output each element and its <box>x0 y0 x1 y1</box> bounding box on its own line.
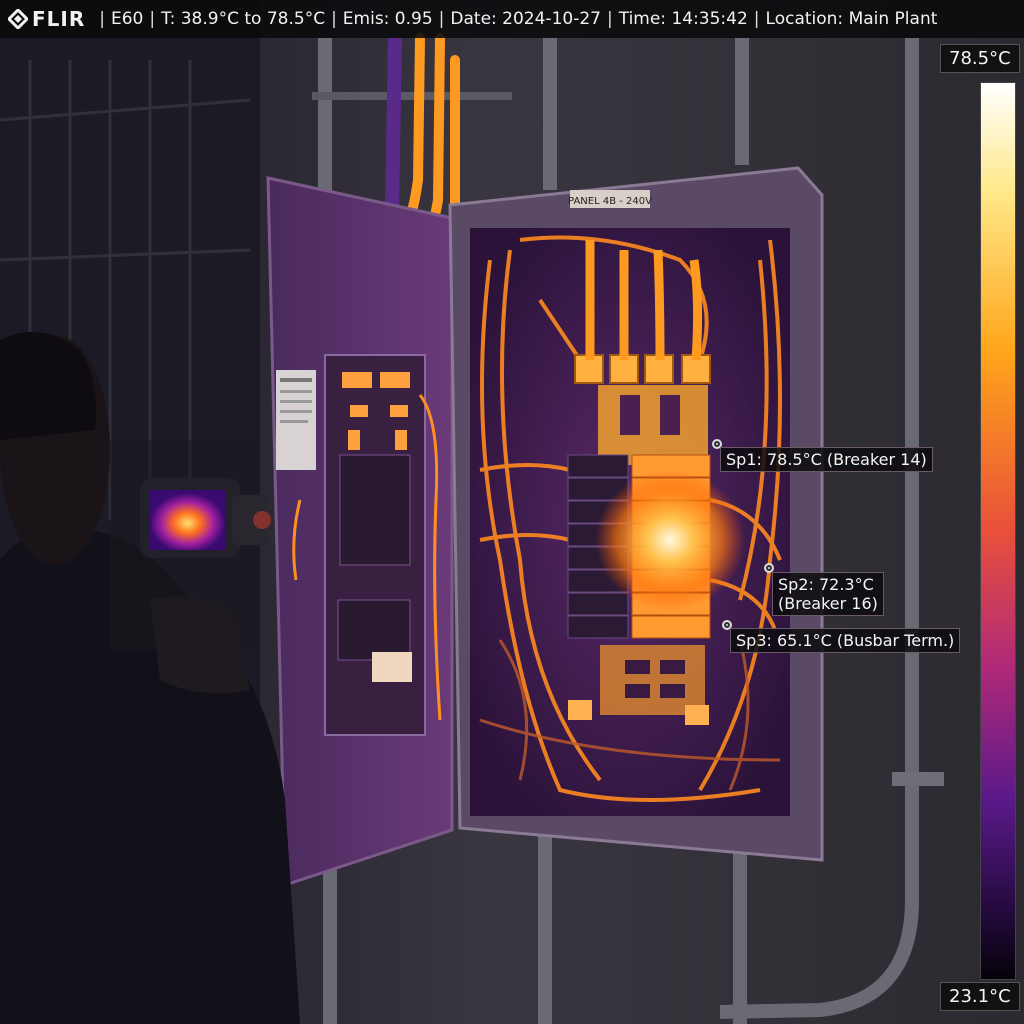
capture-location: Location: Main Plant <box>765 9 938 29</box>
capture-date: Date: 2024-10-27 <box>450 9 601 29</box>
spot-sp2-line1: Sp2: 72.3°C <box>778 575 874 594</box>
flir-logo-icon <box>8 9 28 29</box>
panel-label: PANEL 4B - 240V <box>568 196 652 207</box>
scale-min-label: 23.1°C <box>940 982 1020 1011</box>
spot-sp2-label: Sp2: 72.3°C (Breaker 16) <box>772 572 884 616</box>
thermal-image-view: PANEL 4B - 240V FLIR | E60 | T: 38.9°C t… <box>0 0 1024 1024</box>
emissivity: Emis: 0.95 <box>342 9 433 29</box>
spot-sp1-label: Sp1: 78.5°C (Breaker 14) <box>720 447 933 472</box>
temperature-color-scale <box>980 82 1016 980</box>
camera-screen <box>150 490 225 550</box>
spot-sp3-label: Sp3: 65.1°C (Busbar Term.) <box>730 628 961 653</box>
capture-time: Time: 14:35:42 <box>618 9 748 29</box>
scale-max-label: 78.5°C <box>940 44 1020 73</box>
brand-name: FLIR <box>32 7 86 31</box>
info-header-bar: FLIR | E60 | T: 38.9°C to 78.5°C | Emis:… <box>0 0 1024 38</box>
camera-model: E60 <box>110 9 144 29</box>
spot-sp2-line2: (Breaker 16) <box>778 594 878 613</box>
thermal-scene: PANEL 4B - 240V <box>0 0 1024 1024</box>
temperature-range: T: 38.9°C to 78.5°C <box>161 9 326 29</box>
flir-logo: FLIR <box>8 7 85 31</box>
